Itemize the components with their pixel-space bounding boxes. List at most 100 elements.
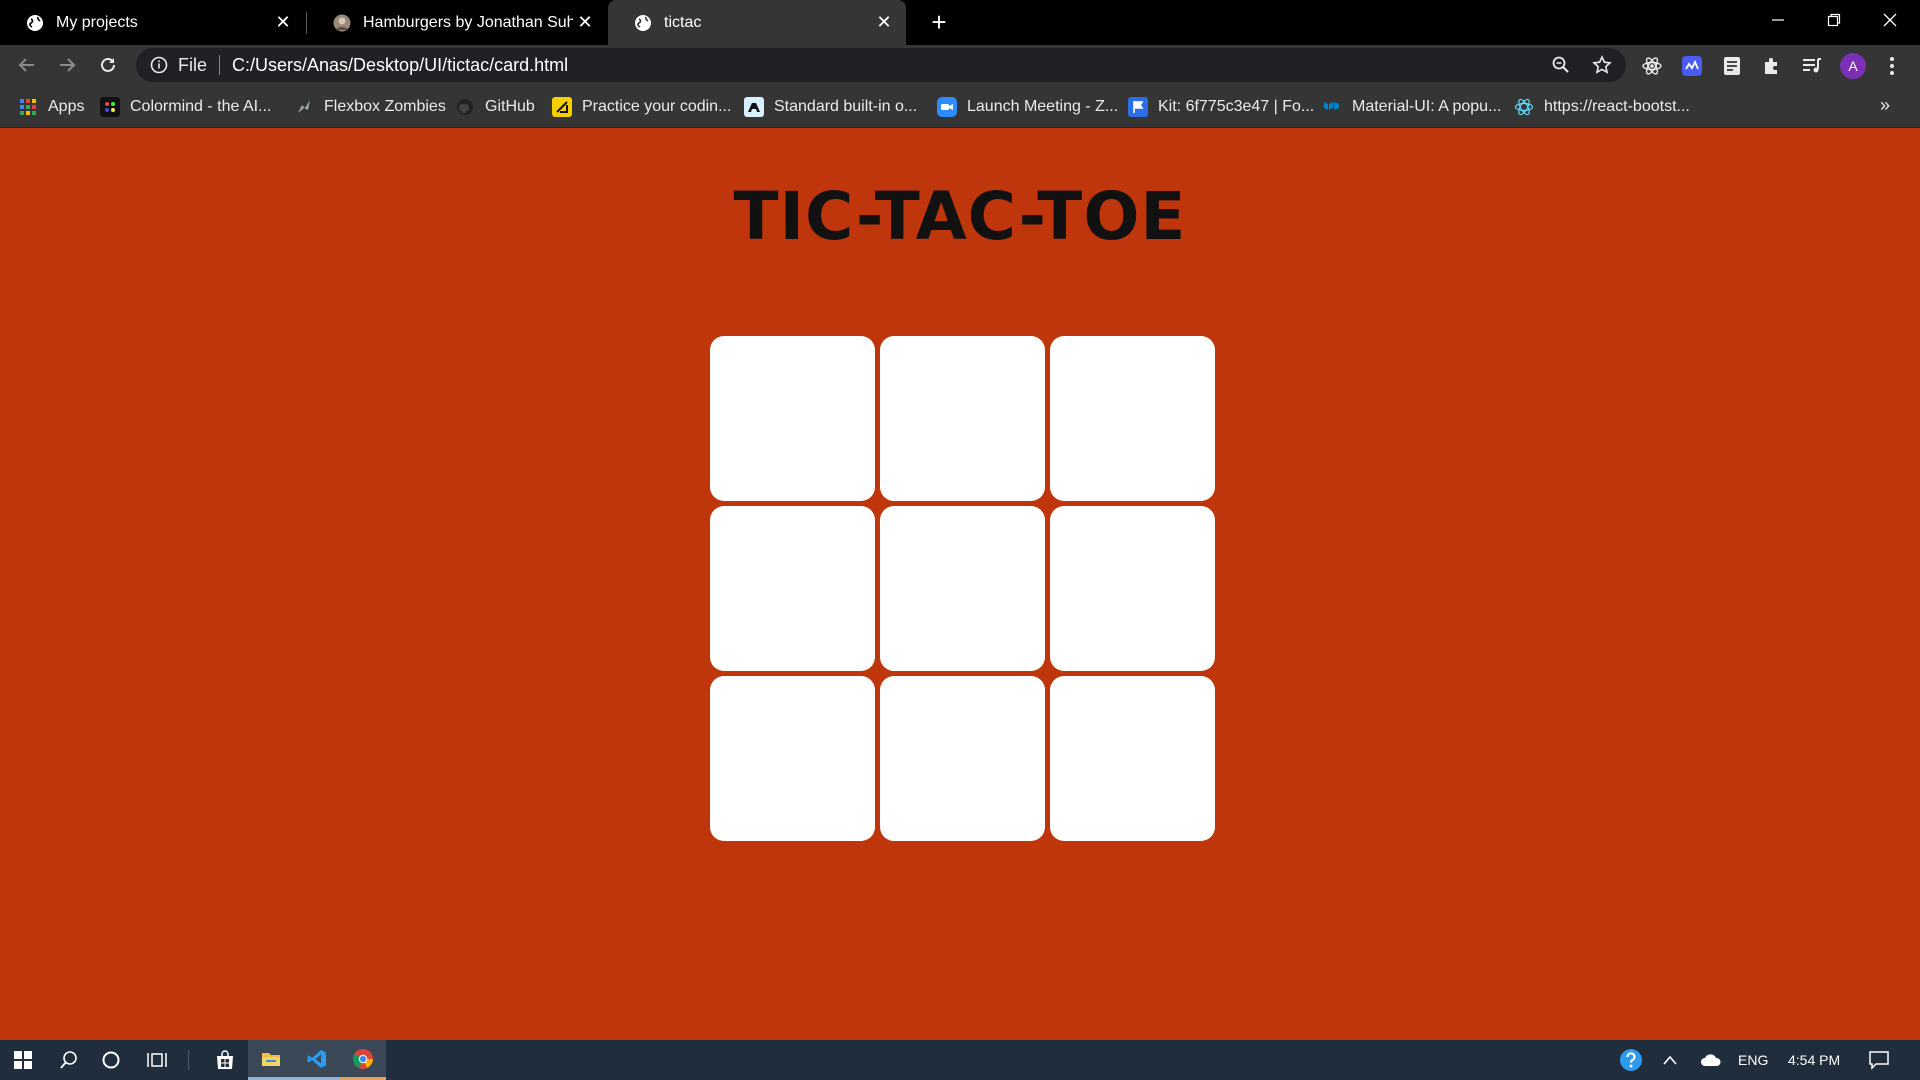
page-content: TIC-TAC-TOE (0, 128, 1920, 1040)
apps-grid-icon (18, 97, 38, 117)
cloud-icon (1701, 1054, 1721, 1066)
bookmark-apps[interactable]: Apps (18, 85, 84, 128)
browser-menu-button[interactable] (1880, 54, 1904, 78)
media-controls-button[interactable] (1800, 54, 1824, 78)
document-icon (1724, 57, 1740, 75)
help-tray-button[interactable] (1608, 1040, 1654, 1080)
tab-my-projects[interactable]: My projects ✕ (0, 0, 305, 45)
chevron-up-icon (1663, 1055, 1677, 1065)
react-devtools-extension[interactable] (1640, 54, 1664, 78)
close-tab-icon[interactable]: ✕ (271, 12, 295, 33)
extension-button[interactable] (1680, 54, 1704, 78)
board-cell-6[interactable] (1050, 506, 1215, 671)
material-ui-icon (1322, 97, 1342, 117)
close-tab-icon[interactable]: ✕ (872, 12, 896, 33)
back-button[interactable] (13, 51, 41, 79)
profile-photo-icon (333, 14, 351, 32)
bookmark-flexbox-zombies[interactable]: Flexbox Zombies (294, 85, 446, 128)
restore-window-button[interactable] (1806, 0, 1862, 40)
minimize-window-button[interactable] (1750, 0, 1806, 40)
board-cell-9[interactable] (1050, 676, 1215, 841)
new-tab-button[interactable]: + (924, 8, 954, 38)
bookmark-standard-built-in[interactable]: Standard built-in o... (744, 85, 917, 128)
board-cell-3[interactable] (1050, 336, 1215, 501)
microsoft-store-button[interactable] (202, 1040, 248, 1080)
bookmark-material-ui[interactable]: Material-UI: A popu... (1322, 85, 1501, 128)
cortana-button[interactable] (88, 1040, 134, 1080)
bookmark-label: https://react-bootst... (1544, 97, 1690, 115)
forward-button[interactable] (53, 51, 81, 79)
board-cell-4[interactable] (710, 506, 875, 671)
forward-arrow-icon (60, 58, 76, 72)
colormind-icon (100, 96, 120, 117)
bookmark-label: Flexbox Zombies (324, 97, 446, 115)
tab-title: My projects (56, 13, 138, 31)
input-language[interactable]: ENG (1738, 1040, 1768, 1080)
reload-button[interactable] (94, 51, 122, 79)
reload-icon (101, 57, 115, 72)
star-icon (1592, 55, 1612, 74)
notification-icon (1869, 1051, 1889, 1070)
bookmark-label: Launch Meeting - Z... (967, 97, 1119, 115)
github-icon (455, 97, 475, 117)
close-window-button[interactable] (1862, 0, 1918, 40)
zoom-button[interactable] (1550, 54, 1572, 76)
extensions-button[interactable] (1760, 54, 1784, 78)
more-vertical-icon (1890, 57, 1894, 75)
vscode-button[interactable] (294, 1040, 340, 1080)
vscode-icon (307, 1049, 326, 1068)
onedrive-button[interactable] (1690, 1040, 1732, 1080)
url-divider (219, 55, 221, 75)
back-arrow-icon (18, 58, 34, 72)
start-button[interactable] (0, 1040, 46, 1080)
chrome-button[interactable] (340, 1040, 386, 1080)
bookmark-star-button[interactable] (1591, 54, 1613, 76)
bookmark-label: GitHub (485, 97, 535, 115)
bookmark-font-awesome-kit[interactable]: Kit: 6f775c3e47 | Fo... (1128, 85, 1314, 128)
bookmark-label: Material-UI: A popu... (1352, 97, 1502, 115)
tic-tac-toe-board (710, 336, 1215, 841)
react-bootstrap-icon (1514, 97, 1534, 117)
search-icon (60, 1051, 77, 1069)
board-cell-2[interactable] (880, 336, 1045, 501)
board-cell-5[interactable] (880, 506, 1045, 671)
bookmark-launch-meeting[interactable]: Launch Meeting - Z... (937, 85, 1118, 128)
info-icon[interactable] (150, 56, 168, 74)
task-view-button[interactable] (134, 1040, 180, 1080)
tab-title: tictac (664, 13, 702, 31)
minimize-icon (1772, 19, 1784, 21)
react-atom-icon (1642, 57, 1662, 75)
clock[interactable]: 4:54 PM (1788, 1040, 1840, 1080)
search-button[interactable] (46, 1040, 92, 1080)
address-bar[interactable]: File C:/Users/Anas/Desktop/UI/tictac/car… (136, 48, 1626, 82)
bookmark-github[interactable]: GitHub (455, 85, 535, 128)
reader-mode-button[interactable] (1720, 54, 1744, 78)
bookmark-colormind[interactable]: Colormind - the AI... (100, 85, 271, 128)
tab-tictac[interactable]: tictac ✕ (608, 0, 906, 45)
bookmarks-overflow-button[interactable]: » (1880, 95, 1890, 116)
windows-taskbar: ENG 4:54 PM (0, 1040, 1920, 1080)
restore-icon (1827, 13, 1841, 27)
url-scheme: File (178, 54, 208, 75)
action-center-button[interactable] (1856, 1040, 1902, 1080)
close-icon (1883, 13, 1897, 27)
board-cell-1[interactable] (710, 336, 875, 501)
mdn-icon (744, 96, 764, 117)
profile-avatar[interactable]: A (1840, 53, 1866, 79)
tab-title: Hamburgers by Jonathan Suh (363, 13, 573, 31)
store-bag-icon (217, 1050, 233, 1069)
bookmark-label: Standard built-in o... (774, 97, 918, 115)
board-cell-7[interactable] (710, 676, 875, 841)
board-cell-8[interactable] (880, 676, 1045, 841)
puzzle-icon (1765, 58, 1777, 74)
show-hidden-icons-button[interactable] (1650, 1040, 1690, 1080)
tab-hamburgers[interactable]: Hamburgers by Jonathan Suh ✕ (307, 0, 607, 45)
bookmark-practice-coding[interactable]: Practice your codin... (552, 85, 731, 128)
bookmark-react-bootstrap[interactable]: https://react-bootst... (1514, 85, 1690, 128)
globe-icon (634, 14, 652, 32)
url-text: C:/Users/Anas/Desktop/UI/tictac/card.htm… (232, 54, 569, 75)
close-tab-icon[interactable]: ✕ (573, 12, 597, 33)
file-explorer-button[interactable] (248, 1040, 294, 1080)
task-view-icon (147, 1053, 167, 1067)
fontawesome-flag-icon (1128, 96, 1148, 117)
